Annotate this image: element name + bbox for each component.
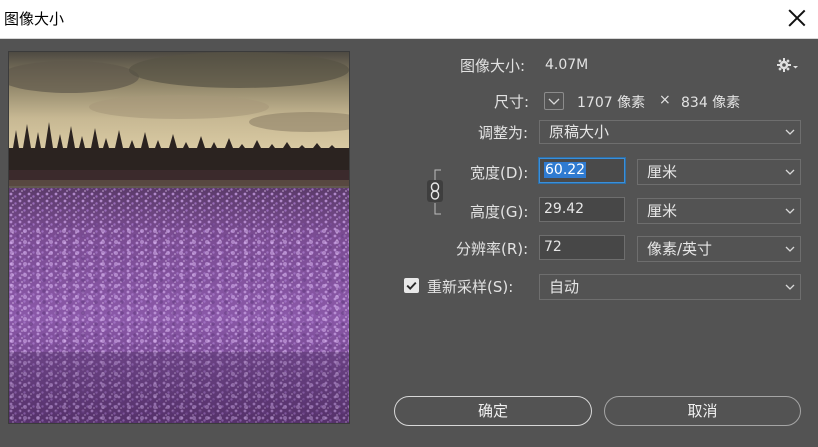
height-label: 高度(G):: [470, 203, 529, 221]
height-value: 29.42: [544, 201, 585, 217]
fit-to-value: 原稿大小: [549, 123, 610, 141]
height-input[interactable]: 29.42: [539, 197, 625, 222]
dimensions-width-value: 1707 像素: [577, 95, 646, 111]
dimensions-separator: ×: [659, 92, 671, 108]
gear-icon[interactable]: [776, 56, 800, 74]
chevron-down-icon: [785, 246, 795, 252]
close-icon[interactable]: [788, 9, 806, 27]
resample-method-select[interactable]: 自动: [539, 274, 801, 300]
checkmark-icon: [406, 281, 417, 290]
fit-to-label: 调整为:: [478, 124, 529, 142]
image-size-value: 4.07M: [545, 57, 589, 73]
dialog-title: 图像大小: [4, 10, 65, 28]
dimensions-unit-chevron[interactable]: [544, 92, 564, 110]
resolution-unit-value: 像素/英寸: [647, 240, 713, 258]
width-value: 60.22: [544, 162, 587, 178]
resolution-input[interactable]: 72: [539, 235, 625, 260]
width-unit-value: 厘米: [647, 163, 678, 181]
width-input[interactable]: 60.22: [538, 157, 626, 184]
resample-label: 重新采样(S):: [427, 278, 514, 296]
cancel-button[interactable]: 取消: [604, 396, 801, 426]
resolution-unit-select[interactable]: 像素/英寸: [637, 236, 801, 262]
height-unit-select[interactable]: 厘米: [637, 198, 801, 224]
lavender-field-image: [9, 52, 349, 423]
ok-button[interactable]: 确定: [394, 396, 592, 426]
dimensions-label: 尺寸:: [494, 93, 530, 111]
chevron-down-icon: [785, 284, 795, 290]
width-unit-select[interactable]: 厘米: [637, 159, 801, 185]
image-preview[interactable]: [8, 51, 350, 424]
chevron-down-icon: [785, 129, 795, 135]
resample-method-value: 自动: [549, 278, 580, 296]
resolution-value: 72: [544, 239, 562, 255]
resolution-label: 分辨率(R):: [456, 240, 529, 258]
chevron-down-icon: [785, 208, 795, 214]
link-chain-icon[interactable]: [427, 180, 443, 202]
title-bar: 图像大小: [0, 0, 818, 39]
image-size-dialog: 图像大小 图像大小: 4.07M 尺寸: 1707 像素 × 834 像素 调整…: [0, 0, 818, 447]
resample-checkbox[interactable]: [404, 278, 419, 293]
fit-to-select[interactable]: 原稿大小: [539, 120, 801, 144]
dimensions-height-value: 834 像素: [681, 95, 741, 111]
width-label: 宽度(D):: [470, 164, 529, 182]
image-size-label: 图像大小:: [460, 57, 526, 75]
height-unit-value: 厘米: [647, 202, 678, 220]
chevron-down-icon: [785, 169, 795, 175]
chevron-down-icon: [548, 98, 560, 105]
